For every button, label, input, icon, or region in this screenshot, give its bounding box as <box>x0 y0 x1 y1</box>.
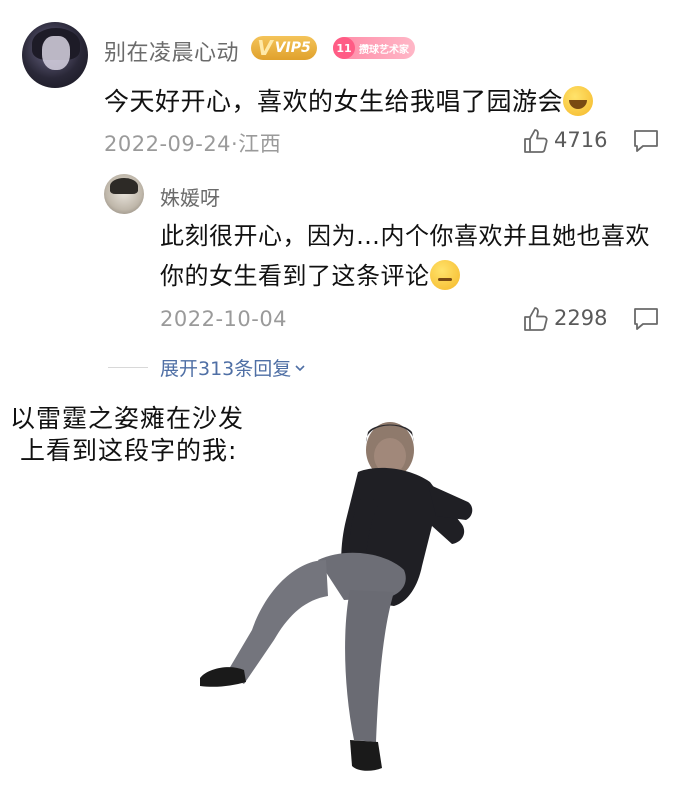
reply-username[interactable]: 姝媛呀 <box>160 182 220 211</box>
grinning-face-icon <box>563 86 594 116</box>
comment-like-count: 4716 <box>554 128 608 152</box>
reply-like-button[interactable] <box>522 305 550 333</box>
reply-avatar[interactable] <box>104 174 144 214</box>
commenter-avatar[interactable] <box>22 22 88 88</box>
comment-text: 今天好开心，喜欢的女生给我唱了园游会 <box>104 82 594 118</box>
reply-text: 此刻很开心，因为…内个你喜欢并且她也喜欢 你的女生看到了这条评论 <box>160 216 650 296</box>
thumbs-up-icon <box>524 307 548 331</box>
expand-replies-link[interactable]: 展开313条回复 <box>160 354 307 381</box>
fan-badge-level: 11 <box>333 37 355 59</box>
fan-badge-label: 攒球艺术家 <box>359 44 409 56</box>
vip-badge: V VIP5 <box>251 36 317 60</box>
thumbs-up-icon <box>524 129 548 153</box>
comment-bubble-icon <box>634 130 658 152</box>
comment-like-button[interactable] <box>522 127 550 155</box>
comment-meta: 2022-09-24·江西 <box>104 132 282 156</box>
chevron-down-icon <box>295 364 305 371</box>
commenter-username[interactable]: 别在凌晨心动 <box>104 35 239 67</box>
comment-reply-button[interactable] <box>632 128 660 154</box>
thinking-face-icon <box>429 260 460 290</box>
comment-bubble-icon <box>634 308 658 330</box>
fan-badge: 11 攒球艺术家 <box>333 37 415 59</box>
reply-like-count: 2298 <box>554 306 608 330</box>
collapsing-man-figure <box>200 422 473 771</box>
reply-meta: 2022-10-04 <box>160 307 288 331</box>
reply-reply-button[interactable] <box>632 306 660 332</box>
expand-divider <box>108 367 148 368</box>
meme-man-image <box>190 410 490 790</box>
vip-v-icon: V <box>257 36 273 60</box>
reply-text-line1: 此刻很开心，因为…内个你喜欢并且她也喜欢 <box>160 222 650 250</box>
reply-text-line2: 你的女生看到了这条评论 <box>160 256 650 296</box>
